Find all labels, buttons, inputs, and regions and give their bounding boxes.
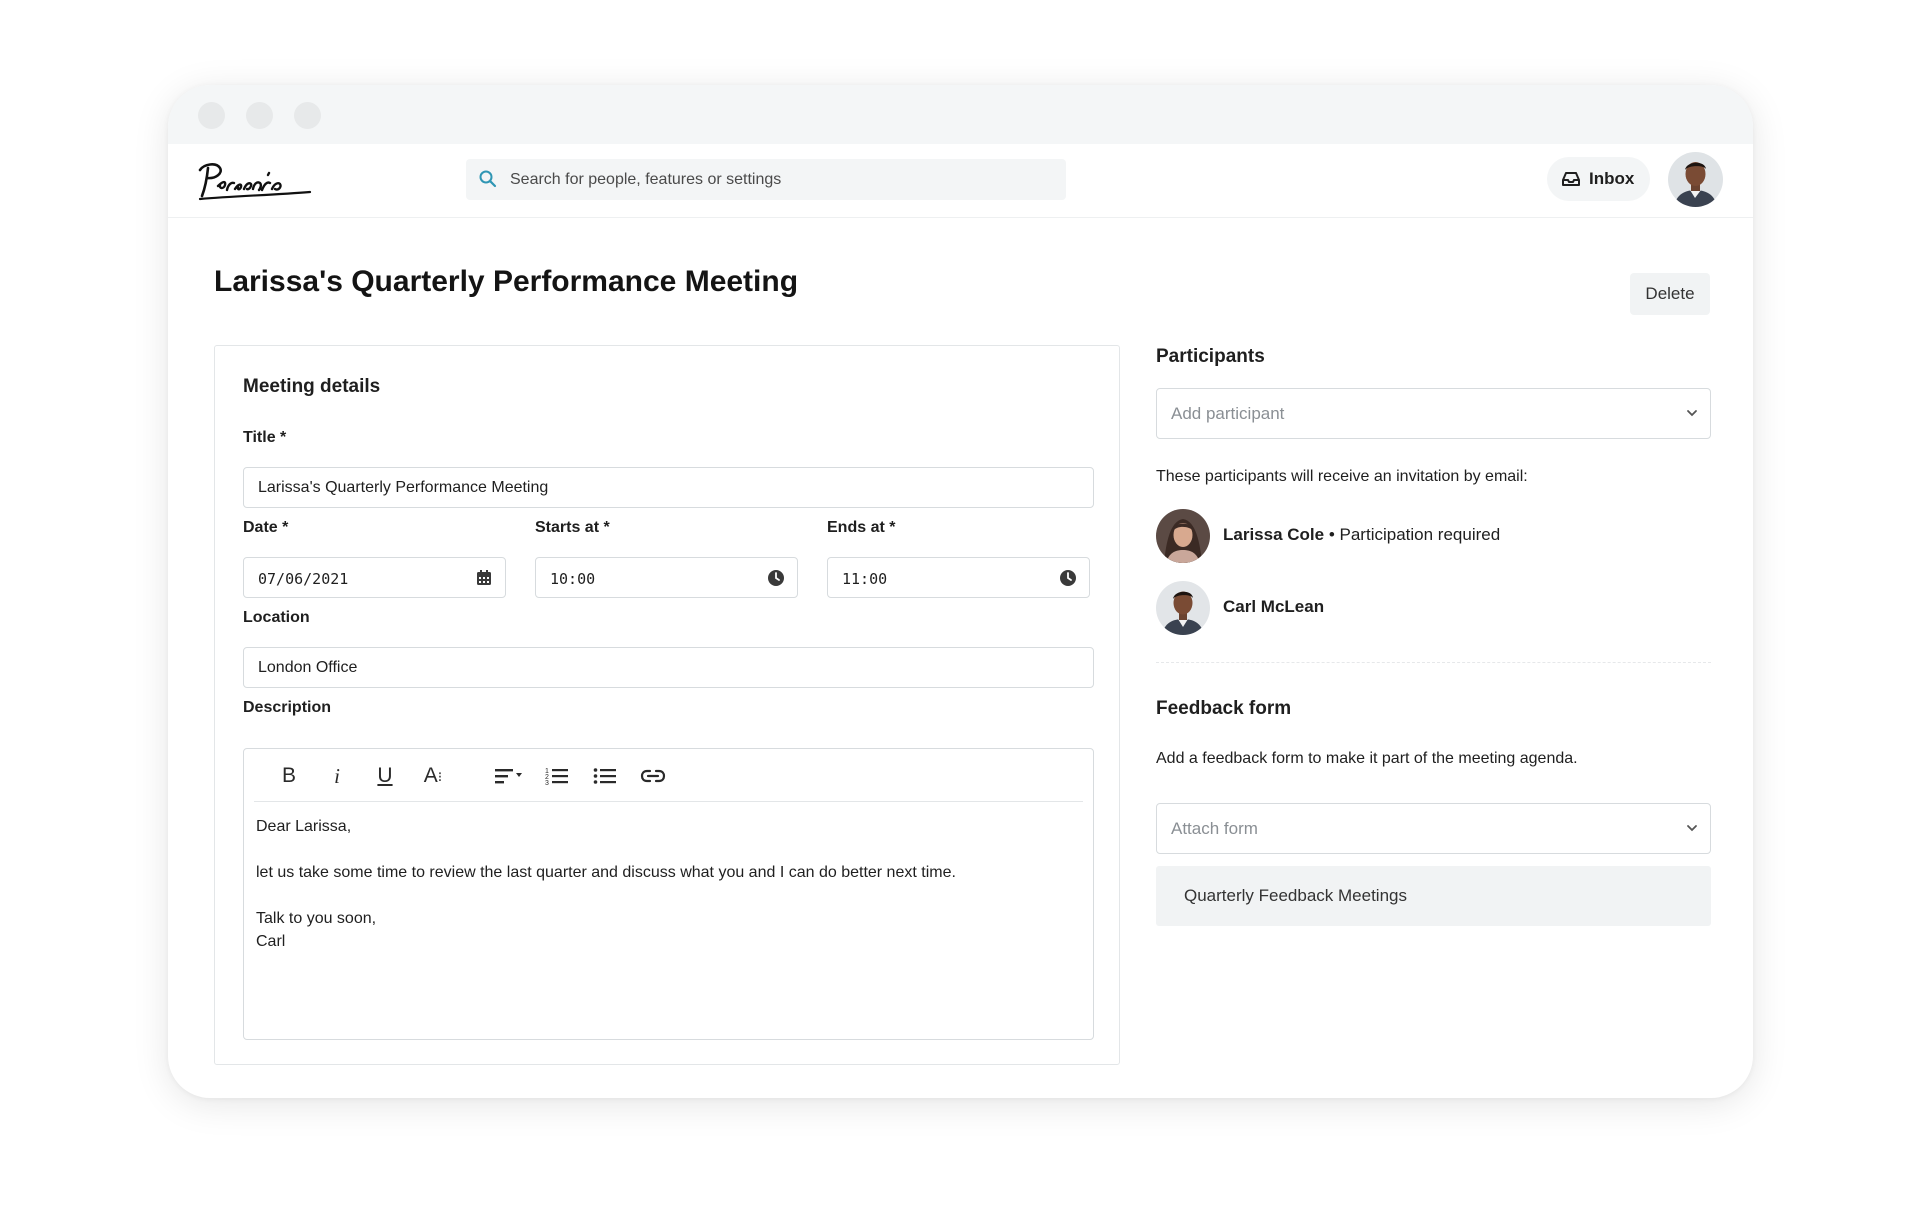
font-size-dots-icon: ⁝ [437,768,443,785]
date-value: 07/06/2021 [258,570,349,588]
section-divider [1156,662,1711,663]
bold-icon[interactable]: B [272,761,306,791]
avatar-carl-image [1156,581,1210,635]
description-label: Description [243,699,332,716]
link-icon[interactable] [636,761,670,791]
meeting-details-heading: Meeting details [243,376,381,397]
starts-at-label: Starts at * [535,519,610,536]
logo-wordmark-icon [198,163,312,201]
participant-name: Carl McLean [1223,597,1325,616]
title-field[interactable]: Larissa's Quarterly Performance Meeting [243,467,1094,508]
location-label: Location [243,609,310,626]
search-placeholder: Search for people, features or settings [510,171,782,188]
title-value: Larissa's Quarterly Performance Meeting [258,479,549,496]
description-body: let us take some time to review the last… [256,864,956,881]
svg-text:3: 3 [545,780,549,786]
bullet-list-glyph-icon [593,768,616,784]
user-avatar[interactable] [1668,152,1723,207]
bullet-list-icon[interactable] [588,761,622,791]
attach-form-select[interactable]: Attach form [1156,803,1711,854]
calendar-icon[interactable] [475,569,493,587]
location-field[interactable]: London Office [243,647,1094,688]
add-participant-select[interactable]: Add participant [1156,388,1711,439]
starts-at-field[interactable]: 10:00 [535,557,798,598]
date-field[interactable]: 07/06/2021 [243,557,506,598]
avatar [1156,509,1210,563]
location-value: London Office [258,659,358,676]
description-greeting: Dear Larissa, [256,818,352,835]
description-closing: Talk to you soon, [256,910,377,927]
attach-form-placeholder: Attach form [1171,819,1258,838]
starts-at-value: 10:00 [550,570,596,588]
description-signature: Carl [256,933,286,950]
feedback-form-option-label: Quarterly Feedback Meetings [1184,886,1407,905]
font-size-icon[interactable]: A⁝ [416,761,450,791]
ends-at-field[interactable]: 11:00 [827,557,1090,598]
feedback-form-heading: Feedback form [1156,698,1292,719]
font-size-glyph: A [423,764,438,787]
avatar-larissa-image [1156,509,1210,563]
window-titlebar [168,85,1753,144]
browser-window: Search for people, features or settings … [168,85,1753,1098]
window-dot-minimize[interactable] [246,102,273,129]
avatar [1156,581,1210,635]
italic-icon[interactable]: i [320,761,354,791]
invitation-note: These participants will receive an invit… [1156,468,1528,485]
link-glyph-icon [640,769,666,783]
clock-icon[interactable] [1059,569,1077,587]
participant-larissa-cole[interactable]: Larissa Cole • Participation required [1156,509,1711,563]
user-avatar-image [1668,152,1723,207]
align-glyph-icon [495,769,522,784]
ends-at-value: 11:00 [842,570,888,588]
feedback-form-description: Add a feedback form to make it part of t… [1156,750,1578,767]
add-participant-placeholder: Add participant [1171,404,1285,423]
ends-at-label: Ends at * [827,519,896,536]
chevron-down-icon [1687,410,1697,417]
search-icon [479,170,497,188]
feedback-form-option[interactable]: Quarterly Feedback Meetings [1156,866,1711,926]
participation-required-note: • Participation required [1328,525,1501,544]
personio-logo[interactable] [194,156,314,206]
description-text[interactable]: Dear Larissa, let us take some time to r… [256,815,956,953]
top-navigation: Search for people, features or settings … [168,144,1753,218]
participants-heading: Participants [1156,346,1265,367]
align-icon[interactable] [490,761,530,791]
participant-carl-mclean[interactable]: Carl McLean [1156,581,1711,635]
editor-toolbar: B i U A⁝ 1 2 3 [254,749,1083,802]
ordered-list-glyph-icon: 1 2 3 [545,768,568,786]
participant-name-text: Larissa Cole [1223,525,1325,544]
delete-button[interactable]: Delete [1630,273,1710,315]
ordered-list-icon[interactable]: 1 2 3 [540,761,574,791]
window-dot-maximize[interactable] [294,102,321,129]
inbox-icon [1562,172,1580,186]
page-title: Larissa's Quarterly Performance Meeting [214,265,799,298]
participant-name: Larissa Cole • Participation required [1223,525,1500,545]
date-label: Date * [243,519,289,536]
clock-icon[interactable] [767,569,785,587]
description-editor[interactable]: B i U A⁝ 1 2 3 Dear Larissa, let us take… [243,748,1094,1040]
title-label: Title * [243,429,287,446]
inbox-button[interactable]: Inbox [1547,157,1650,201]
underline-icon[interactable]: U [368,761,402,791]
global-search[interactable]: Search for people, features or settings [466,159,1066,200]
window-dot-close[interactable] [198,102,225,129]
inbox-label: Inbox [1589,169,1635,188]
chevron-down-icon [1687,825,1697,832]
meeting-details-card: Meeting details Title * Larissa's Quarte… [214,345,1120,1065]
